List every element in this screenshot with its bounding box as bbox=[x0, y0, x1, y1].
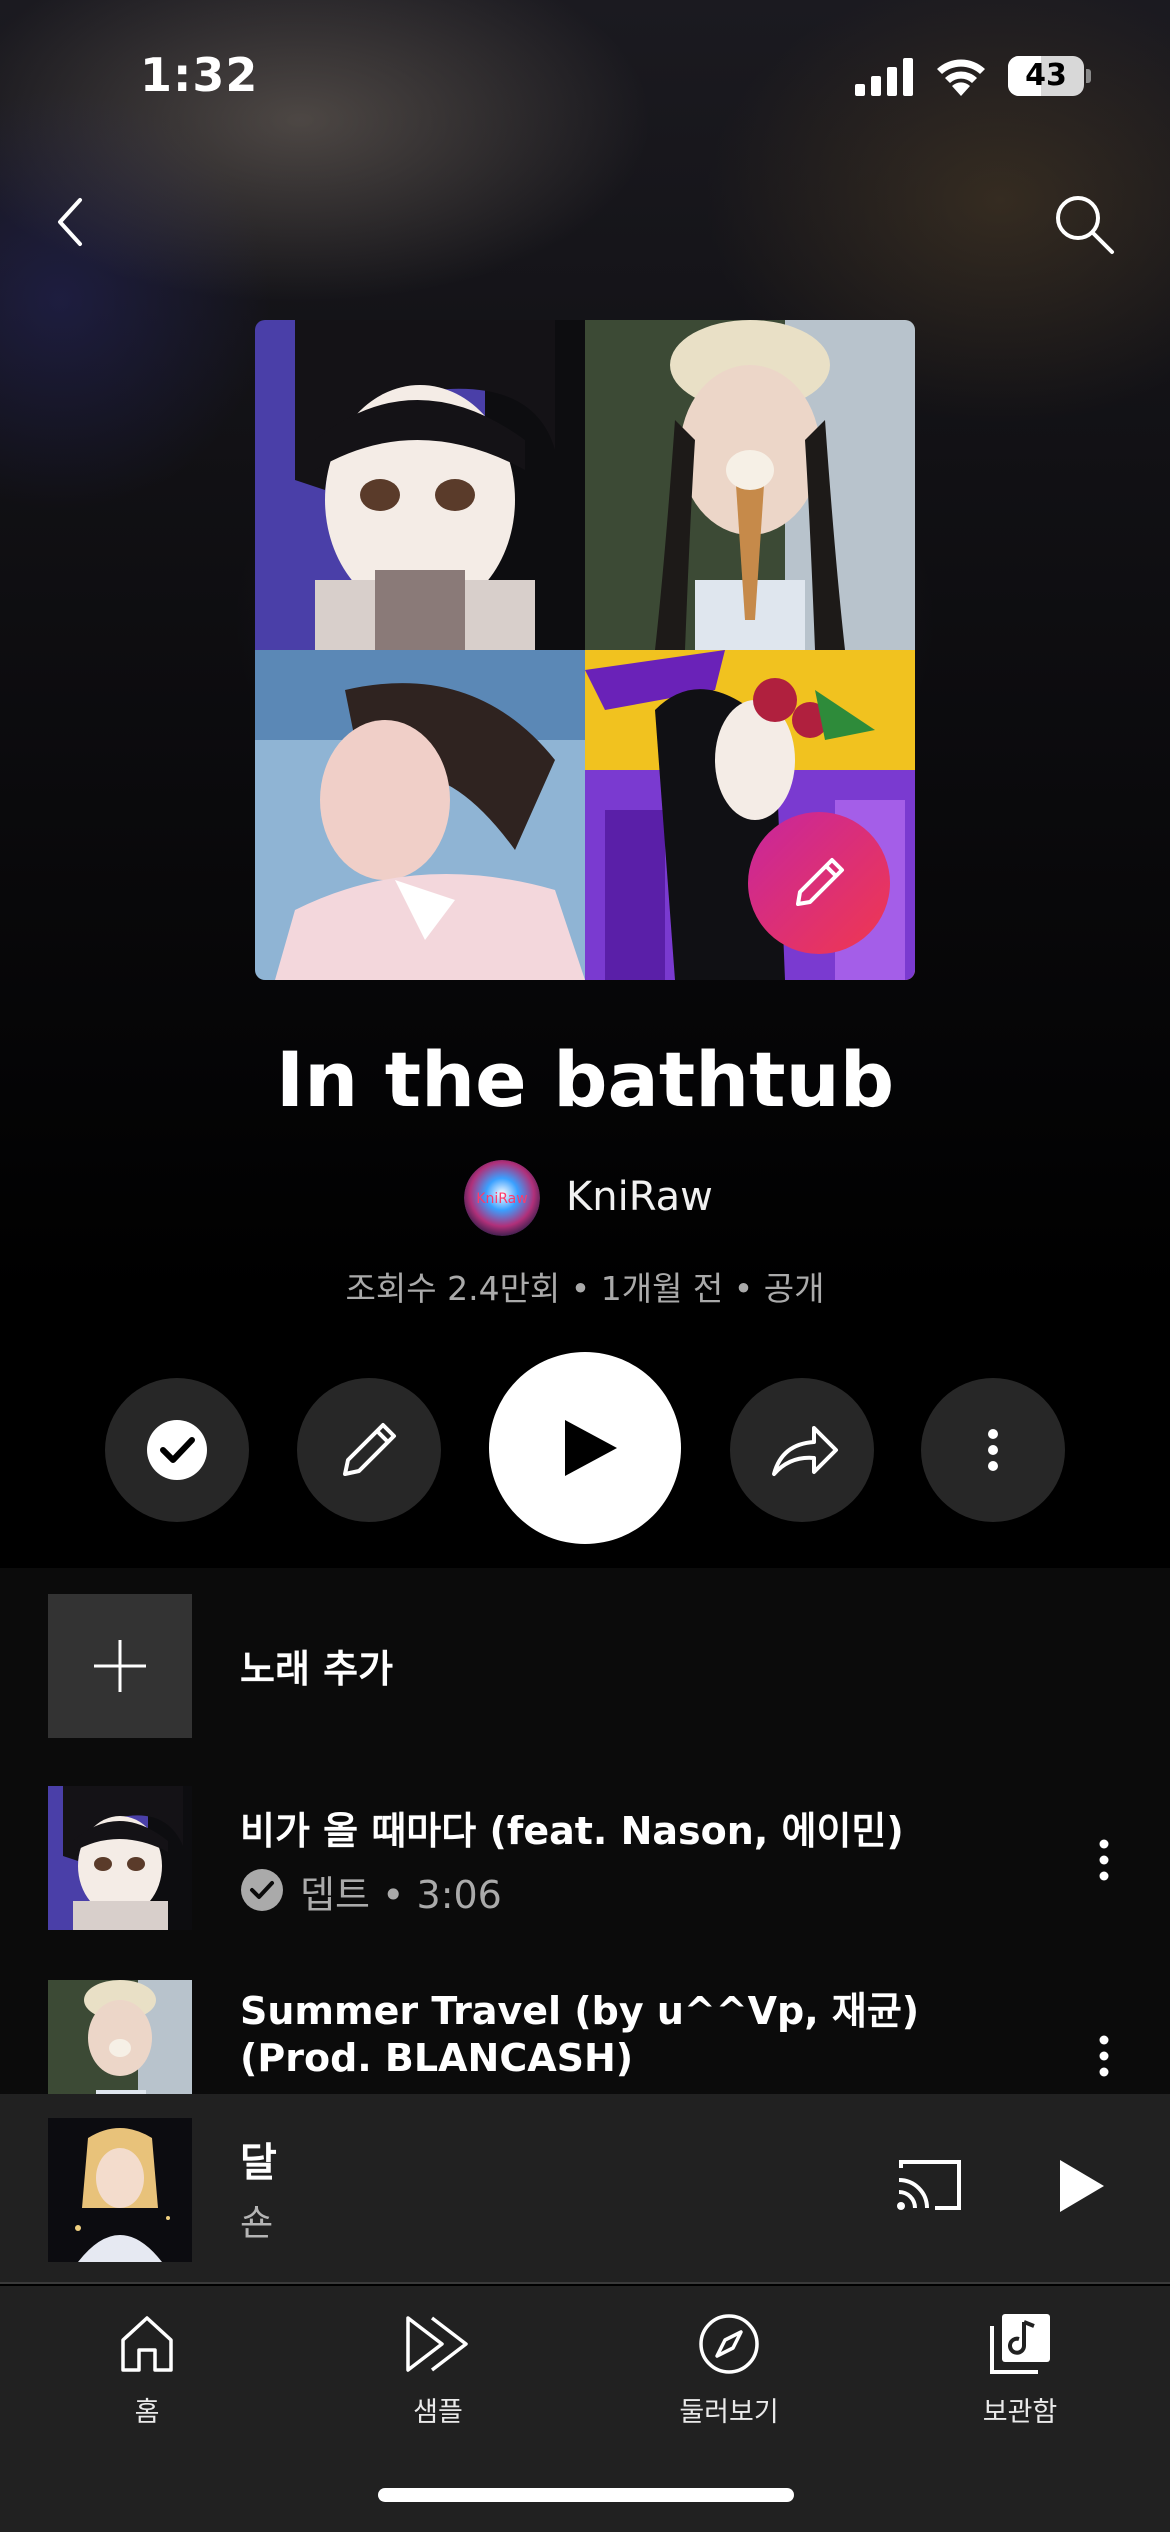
nav-library[interactable]: 보관함 bbox=[920, 2308, 1120, 2428]
play-icon[interactable] bbox=[1050, 2156, 1110, 2216]
now-playing-artist: 숀 bbox=[240, 2203, 274, 2244]
add-icon-box bbox=[48, 1594, 192, 1738]
track-artist: 뎁트 bbox=[300, 1873, 370, 1917]
pencil-icon bbox=[343, 1423, 396, 1476]
wifi-icon bbox=[937, 59, 985, 96]
edit-cover-button[interactable] bbox=[748, 812, 890, 954]
home-icon bbox=[121, 2316, 173, 2372]
track-title: 비가 올 때마다 (feat. Nason, 에이민) bbox=[240, 1809, 904, 1853]
edit-playlist-button[interactable] bbox=[297, 1378, 441, 1522]
cover-tile-icecream-girl bbox=[585, 320, 915, 650]
share-button[interactable] bbox=[730, 1378, 874, 1522]
nav-explore[interactable]: 둘러보기 bbox=[629, 2308, 829, 2428]
play-icon bbox=[565, 1420, 617, 1476]
owner-row[interactable]: KniRaw KniRaw bbox=[0, 1160, 1170, 1236]
share-arrow-icon bbox=[772, 1426, 838, 1476]
now-playing-thumbnail bbox=[48, 2118, 192, 2262]
compass-icon bbox=[699, 2314, 759, 2374]
track-title-line-2: (Prod. BLANCASH) bbox=[240, 2036, 634, 2080]
nav-home-label: 홈 bbox=[134, 2397, 160, 2428]
search-icon[interactable] bbox=[1050, 190, 1120, 260]
cover-tile-pink-girl bbox=[255, 650, 585, 980]
avatar[interactable]: KniRaw bbox=[464, 1160, 540, 1236]
separator-dot: • bbox=[382, 1873, 417, 1917]
now-playing-title: 달 bbox=[240, 2140, 277, 2186]
more-vertical-icon[interactable] bbox=[1088, 2032, 1120, 2080]
play-all-button[interactable] bbox=[489, 1352, 681, 1544]
mini-player[interactable]: 달 숀 bbox=[0, 2094, 1170, 2284]
status-bar: 1:32 43 bbox=[0, 0, 1170, 150]
nav-home[interactable]: 홈 bbox=[47, 2308, 247, 2428]
cast-icon[interactable] bbox=[895, 2158, 965, 2214]
home-indicator bbox=[378, 2488, 794, 2502]
nav-samples[interactable]: 샘플 bbox=[338, 2308, 538, 2428]
more-vertical-icon[interactable] bbox=[1088, 1836, 1120, 1884]
nav-library-label: 보관함 bbox=[982, 2397, 1058, 2428]
library-icon bbox=[990, 2314, 1050, 2374]
playlist-title: In the bathtub bbox=[275, 1035, 895, 1124]
nav-samples-label: 샘플 bbox=[413, 2397, 463, 2428]
track-thumbnail bbox=[48, 1980, 192, 2094]
chevron-left-icon[interactable] bbox=[40, 190, 104, 254]
playlist-meta: 조회수 2.4만회 • 1개월 전 • 공개 bbox=[345, 1269, 825, 1308]
add-song-button[interactable]: 노래 추가 bbox=[48, 1594, 1128, 1738]
track-duration: 3:06 bbox=[416, 1873, 502, 1917]
check-circle-icon bbox=[241, 1869, 283, 1911]
nav-explore-label: 둘러보기 bbox=[679, 2397, 779, 2428]
battery-indicator: 43 bbox=[1008, 56, 1091, 96]
more-options-button[interactable] bbox=[921, 1378, 1065, 1522]
cover-tile-anime-girl bbox=[255, 320, 585, 650]
plus-icon bbox=[94, 1640, 146, 1692]
more-vertical-icon bbox=[988, 1429, 998, 1471]
pencil-icon bbox=[796, 858, 844, 906]
cellular-signal-icon bbox=[855, 58, 913, 96]
list-item[interactable]: 비가 올 때마다 (feat. Nason, 에이민) 뎁트 • 3:06 bbox=[48, 1786, 1128, 1936]
status-time: 1:32 bbox=[140, 48, 259, 102]
check-circle-icon bbox=[147, 1420, 207, 1480]
saved-button[interactable] bbox=[105, 1378, 249, 1522]
add-song-label: 노래 추가 bbox=[240, 1647, 394, 1691]
battery-level: 43 bbox=[1025, 58, 1067, 93]
list-item[interactable]: Summer Travel (by u^^Vp, 재균) (Prod. BLAN… bbox=[48, 1980, 1128, 2094]
avatar-text: KniRaw bbox=[476, 1191, 527, 1207]
track-title-line-1: Summer Travel (by u^^Vp, 재균) bbox=[240, 1989, 920, 2033]
track-thumbnail bbox=[48, 1786, 192, 1930]
samples-icon bbox=[406, 2316, 468, 2372]
owner-name[interactable]: KniRaw bbox=[566, 1174, 713, 1220]
